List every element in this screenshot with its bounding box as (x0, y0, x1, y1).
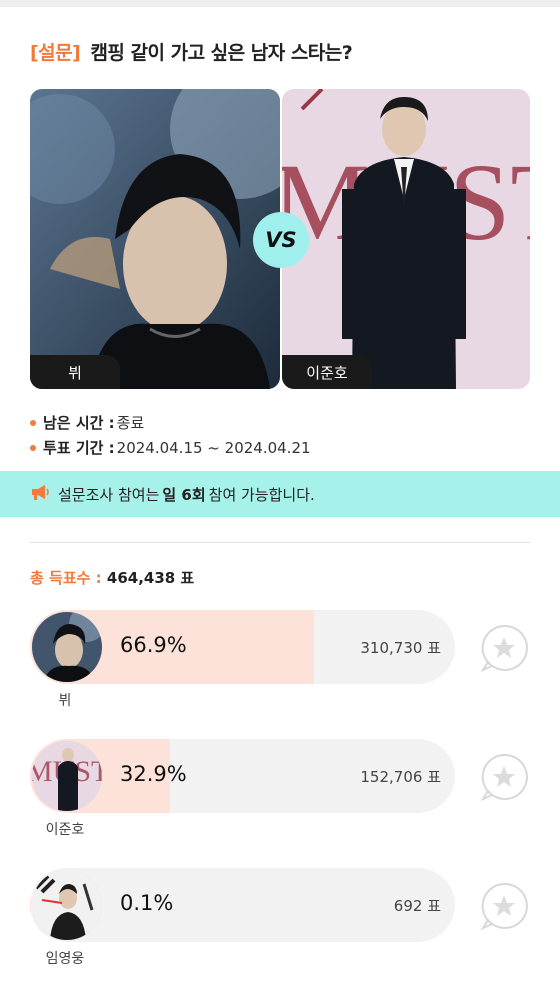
voting-period-row: 투표 기간 : 2024.04.15 ~ 2024.04.21 (30, 437, 311, 458)
candidate-photo-right[interactable]: MUST 이준호 (282, 89, 530, 389)
vote-count: 692 표 (393, 897, 441, 915)
candidate-row[interactable]: 32.9% 152,706 표 MUST 이준호 (30, 739, 530, 839)
vote-count: 152,706 표 (360, 768, 441, 786)
candidate-name-tag-right: 이준호 (282, 355, 372, 389)
avatar (32, 612, 102, 682)
favorite-star-button[interactable] (478, 880, 530, 932)
vote-percent: 32.9% (120, 762, 187, 786)
bullet-icon (30, 444, 36, 451)
favorite-star-button[interactable] (478, 751, 530, 803)
poll-tag: [설문] (30, 42, 81, 64)
vote-percent: 66.9% (120, 633, 187, 657)
star-bubble-icon (480, 624, 528, 673)
photo-left-image (30, 89, 280, 389)
candidate-name-tag-left: 뷔 (30, 355, 120, 389)
notice-text-post: 참여 가능합니다. (208, 485, 315, 504)
top-strip (0, 0, 560, 7)
voting-period-label: 투표 기간 : (43, 439, 115, 457)
candidate-row[interactable]: 66.9% 310,730 표 뷔 (30, 610, 530, 710)
photo-right-image: MUST (282, 89, 530, 389)
section-divider (30, 542, 530, 543)
notice-text-pre: 설문조사 참여는 (58, 485, 160, 504)
star-bubble-icon (480, 882, 528, 931)
voting-period-value: 2024.04.15 ~ 2024.04.21 (116, 438, 311, 457)
avatar: MUST (32, 741, 102, 811)
candidate-name: 이준호 (45, 822, 85, 838)
bullet-icon (30, 419, 36, 426)
candidate-name: 뷔 (58, 693, 72, 709)
remaining-time-label: 남은 시간 : (43, 414, 115, 432)
candidate-photo-left[interactable]: 뷔 (30, 89, 280, 389)
vs-badge: VS (253, 212, 309, 268)
remaining-time-value: 종료 (116, 414, 145, 432)
total-votes-value: 464,438 표 (106, 569, 195, 587)
total-votes-label: 총 득표수 : (30, 569, 102, 587)
poll-title: [설문] 캠핑 같이 가고 싶은 남자 스타는? (30, 38, 353, 65)
total-votes: 총 득표수 : 464,438 표 (30, 567, 194, 588)
favorite-star-button[interactable] (478, 622, 530, 674)
vote-percent: 0.1% (120, 891, 174, 915)
participation-notice: 설문조사 참여는 일 6회 참여 가능합니다. (0, 471, 560, 517)
notice-text-bold: 일 6회 (162, 485, 206, 504)
avatar (32, 870, 102, 940)
remaining-time-row: 남은 시간 : 종료 (30, 412, 144, 433)
candidate-row[interactable]: 0.1% 692 표 임영웅 (30, 868, 530, 968)
vote-count: 310,730 표 (360, 639, 441, 657)
star-bubble-icon (480, 753, 528, 802)
candidate-name: 임영웅 (45, 951, 85, 967)
megaphone-icon (30, 483, 50, 505)
poll-question: 캠핑 같이 가고 싶은 남자 스타는? (90, 42, 353, 64)
